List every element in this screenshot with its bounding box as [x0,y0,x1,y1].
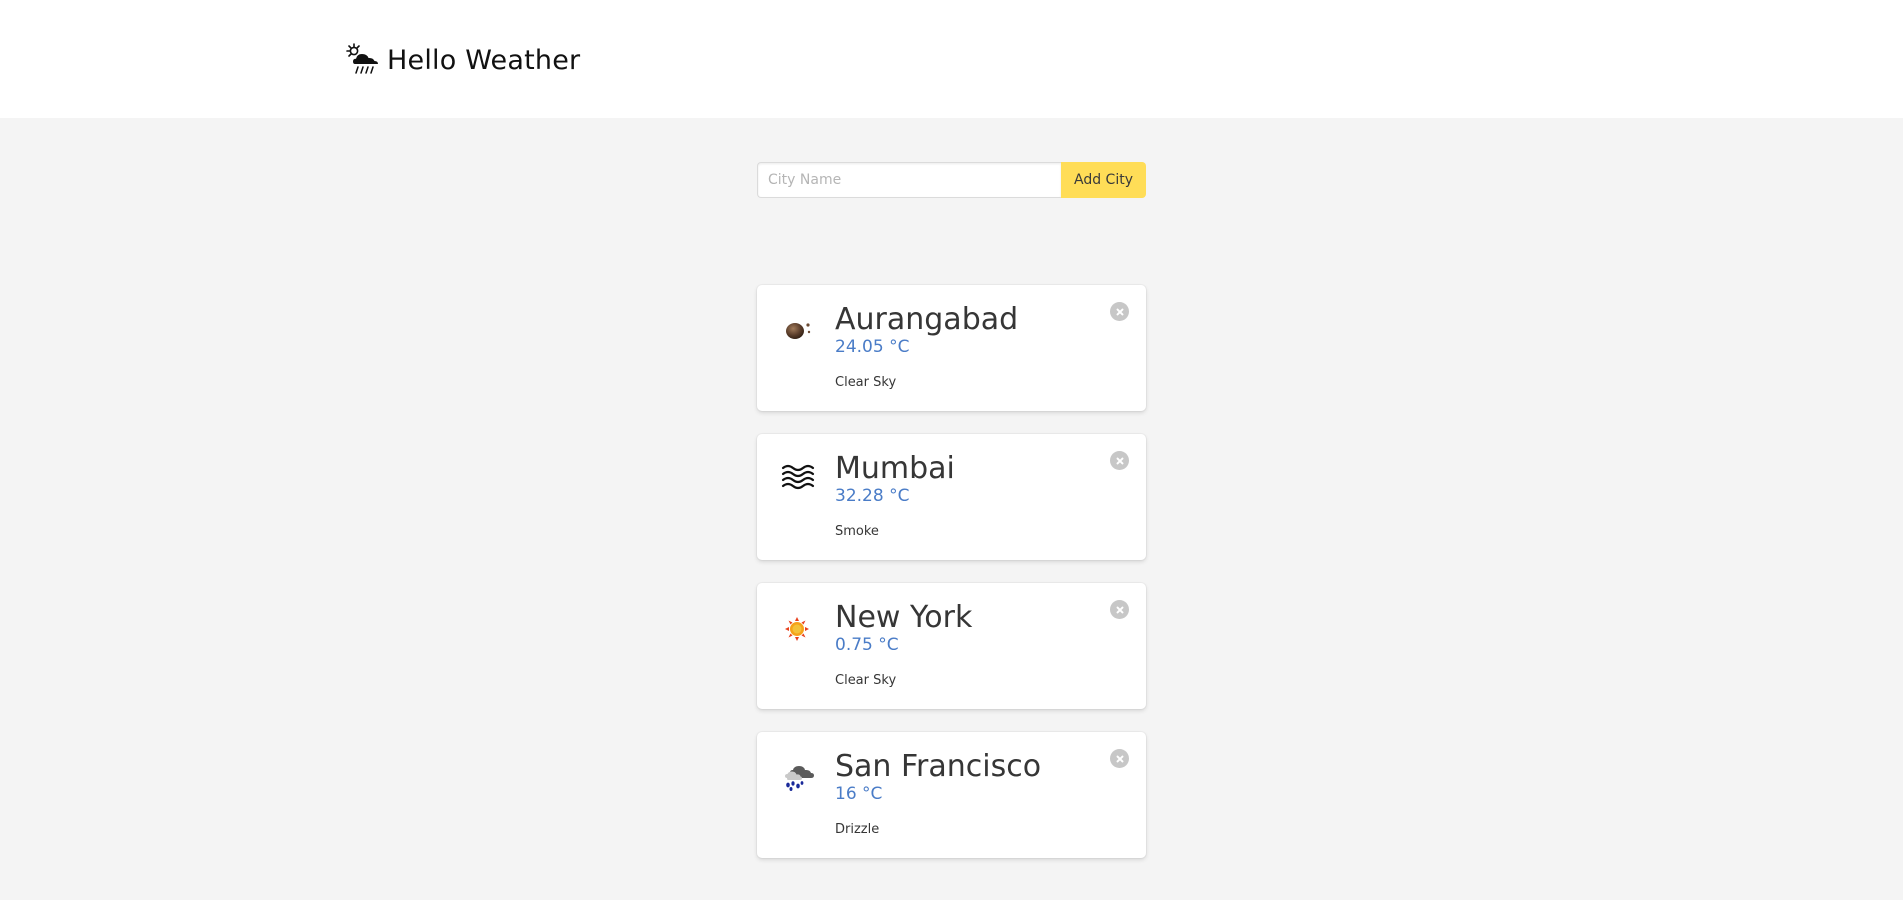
sun-cloud-rain-icon [346,43,378,74]
city-temperature: 16 °C [835,784,883,804]
add-city-button[interactable]: Add City [1061,162,1146,198]
remove-city-button[interactable] [1110,451,1129,470]
city-temperature: 0.75 °C [835,635,899,655]
weather-description: Clear Sky [835,375,897,390]
city-name: Mumbai [835,451,955,486]
remove-city-button[interactable] [1110,600,1129,619]
city-name: Aurangabad [835,302,1019,337]
brand[interactable]: Hello Weather [345,40,580,80]
city-name: San Francisco [835,749,1042,784]
app-title: Hello Weather [387,44,581,76]
remove-city-button[interactable] [1110,749,1129,768]
city-card: Aurangabad 24.05 °C Clear Sky [757,285,1146,411]
add-city-form: Add City [757,162,1146,198]
navbar: Hello Weather [0,0,1903,118]
remove-city-button[interactable] [1110,302,1129,321]
city-card: San Francisco 16 °C Drizzle [757,732,1146,858]
city-name: New York [835,600,973,635]
weather-description: Drizzle [835,822,880,837]
city-card: New York 0.75 °C Clear Sky [757,583,1146,709]
weather-description: Clear Sky [835,673,897,688]
sun-icon [785,617,809,641]
moon-clear-night-icon [786,323,811,339]
city-temperature: 32.28 °C [835,486,910,506]
city-temperature: 24.05 °C [835,337,910,357]
smoke-waves-icon [781,464,815,490]
weather-description: Smoke [835,524,879,539]
city-card: Mumbai 32.28 °C Smoke [757,434,1146,560]
drizzle-cloud-icon [785,766,814,791]
city-name-input[interactable] [757,162,1061,198]
